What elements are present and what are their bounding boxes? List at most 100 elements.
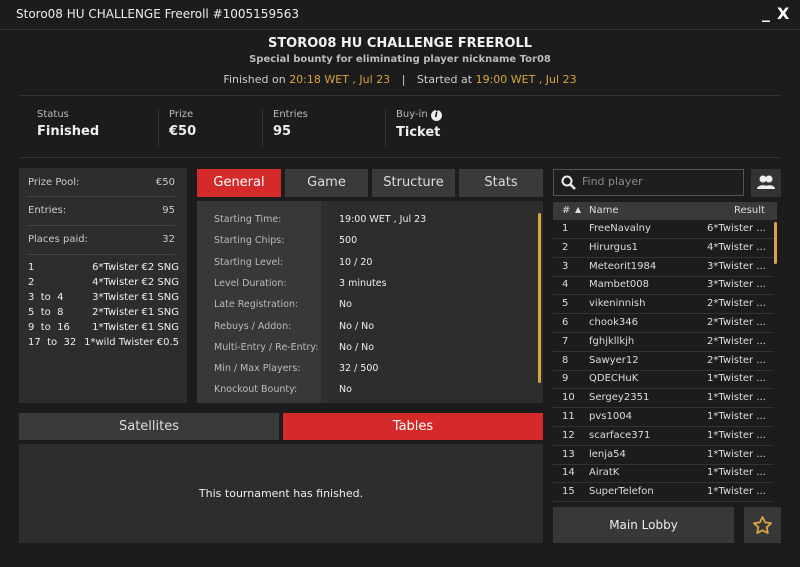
entries-label: Entries:	[28, 205, 67, 216]
player-result: 1*Twister ...	[707, 467, 766, 479]
payout-row: 3 to 4 3*Twister €1 SNG	[28, 292, 179, 303]
player-name: FreeNavalny	[589, 223, 651, 234]
minimize-button[interactable]: _	[762, 3, 770, 22]
player-rank: 7	[562, 335, 569, 347]
tab-stats[interactable]: Stats	[459, 169, 543, 197]
entries-label: Entries	[273, 109, 308, 120]
divider	[28, 225, 175, 226]
player-rank: 3	[562, 260, 569, 272]
started-time: 19:00 WET , Jul 23	[475, 73, 577, 86]
player-rank: 4	[562, 279, 569, 291]
friends-button[interactable]	[751, 169, 781, 197]
player-row[interactable]: 11 pvs1004 1*Twister ...	[553, 408, 774, 427]
player-rank: 2	[562, 241, 569, 253]
finished-time: 20:18 WET , Jul 23	[289, 73, 391, 86]
player-row[interactable]: 15 SuperTelefon 1*Twister ...	[553, 483, 774, 503]
divider	[28, 254, 175, 255]
general-value: 3 minutes	[339, 277, 387, 289]
general-value: 500	[339, 235, 358, 247]
general-value: No / No	[339, 341, 375, 353]
player-name: QDECHuK	[589, 373, 639, 385]
tab-satellites[interactable]: Satellites	[19, 413, 279, 440]
prize-pool-row: Prize Pool: €50	[28, 177, 175, 188]
player-row[interactable]: 5 vikeninnish 2*Twister ...	[553, 295, 774, 315]
player-row[interactable]: 1 FreeNavalny 6*Twister ...	[553, 220, 774, 239]
col-name[interactable]: Name	[589, 205, 619, 216]
col-result[interactable]: Result	[734, 205, 765, 216]
player-rank: 6	[562, 317, 569, 328]
tab-tables[interactable]: Tables	[283, 413, 543, 440]
tab-game[interactable]: Game	[285, 169, 368, 197]
prize-value: €50	[169, 124, 197, 139]
player-name: Sergey2351	[589, 392, 650, 404]
player-row[interactable]: 6 chook346 2*Twister ...	[553, 314, 774, 333]
status-label: Status	[37, 109, 69, 120]
payout-row: 17 to 32 1*wild Twister €0.5	[28, 337, 179, 348]
player-result: 1*Twister ...	[707, 429, 766, 441]
player-row[interactable]: 7 fghjkllkjh 2*Twister ...	[553, 333, 774, 352]
general-value: No	[339, 299, 352, 311]
general-value: 10 / 20	[339, 256, 373, 268]
info-icon[interactable]: i	[430, 110, 442, 121]
player-name: Sawyer12	[589, 354, 639, 366]
places-paid-label: Places paid:	[28, 234, 88, 245]
main-lobby-button[interactable]: Main Lobby	[553, 507, 734, 543]
payout-place: 1	[28, 262, 35, 273]
player-rank: 8	[562, 354, 569, 366]
player-row[interactable]: 9 QDECHuK 1*Twister ...	[553, 370, 774, 390]
player-result: 1*Twister ...	[707, 373, 766, 385]
player-row[interactable]: 2 Hirurgus1 4*Twister ...	[553, 239, 774, 258]
sort-asc-icon[interactable]: ▲	[575, 205, 581, 214]
stat-entries: Entries 95	[273, 109, 308, 139]
player-row[interactable]: 13 lenja54 1*Twister ...	[553, 446, 774, 465]
player-rank: 12	[562, 429, 575, 441]
player-name: Meteorit1984	[589, 260, 657, 272]
player-rank: 11	[562, 411, 575, 422]
player-row[interactable]: 10 Sergey2351 1*Twister ...	[553, 389, 774, 409]
general-value: 32 / 500	[339, 363, 379, 375]
general-label: Level Duration:	[214, 277, 287, 289]
players-scrollbar[interactable]	[774, 222, 777, 264]
general-scrollbar[interactable]	[538, 213, 541, 383]
general-label: Min / Max Players:	[214, 363, 301, 375]
player-result: 1*Twister ...	[707, 392, 766, 404]
prize-pool-value: €50	[155, 177, 175, 188]
player-name: vikeninnish	[589, 298, 646, 310]
col-rank[interactable]: #	[562, 205, 570, 216]
player-name: AiratK	[589, 467, 620, 479]
player-row[interactable]: 14 AiratK 1*Twister ...	[553, 464, 774, 484]
close-button[interactable]: X	[777, 4, 789, 23]
finished-label: Finished on	[223, 73, 286, 86]
entries-value: 95	[162, 205, 175, 216]
payout-row: 9 to 16 1*Twister €1 SNG	[28, 322, 179, 333]
player-row[interactable]: 8 Sawyer12 2*Twister ...	[553, 352, 774, 371]
divider	[385, 110, 386, 146]
player-name: pvs1004	[589, 411, 632, 422]
player-row[interactable]: 12 scarface371 1*Twister ...	[553, 427, 774, 446]
tab-general[interactable]: General	[197, 169, 281, 197]
player-rank: 15	[562, 486, 575, 498]
buyin-value: Ticket	[396, 125, 441, 140]
tournament-title: STORO08 HU CHALLENGE FREEROLL	[267, 36, 533, 51]
tournament-subtitle: Special bounty for eliminating player ni…	[249, 54, 551, 65]
player-row[interactable]: 3 Meteorit1984 3*Twister ...	[553, 258, 774, 277]
favorite-button[interactable]	[744, 507, 781, 543]
tab-structure[interactable]: Structure	[372, 169, 455, 197]
payout-prize: 2*Twister €1 SNG	[92, 307, 179, 318]
general-label: Starting Chips:	[214, 235, 285, 247]
player-result: 2*Twister ...	[707, 335, 766, 347]
separator: |	[401, 73, 406, 86]
stat-prize: Prize €50	[169, 109, 196, 139]
find-player-field[interactable]	[553, 169, 744, 196]
places-paid-value: 32	[162, 234, 175, 245]
player-row[interactable]: 4 Mambet008 3*Twister ...	[553, 276, 774, 296]
payout-place: 17 to 32	[28, 337, 77, 348]
player-result: 1*Twister ...	[707, 448, 766, 460]
players-table-header: # ▲ Name Result	[553, 202, 777, 220]
player-result: 2*Twister ...	[707, 317, 766, 328]
prize-summary-panel: Prize Pool: €50 Entries: 95 Places paid: 32…	[19, 168, 187, 403]
general-label: Knockout Bounty:	[214, 384, 298, 396]
player-name: Mambet008	[589, 279, 650, 291]
general-label: Late Registration:	[214, 299, 299, 311]
find-player-input[interactable]	[582, 175, 737, 188]
